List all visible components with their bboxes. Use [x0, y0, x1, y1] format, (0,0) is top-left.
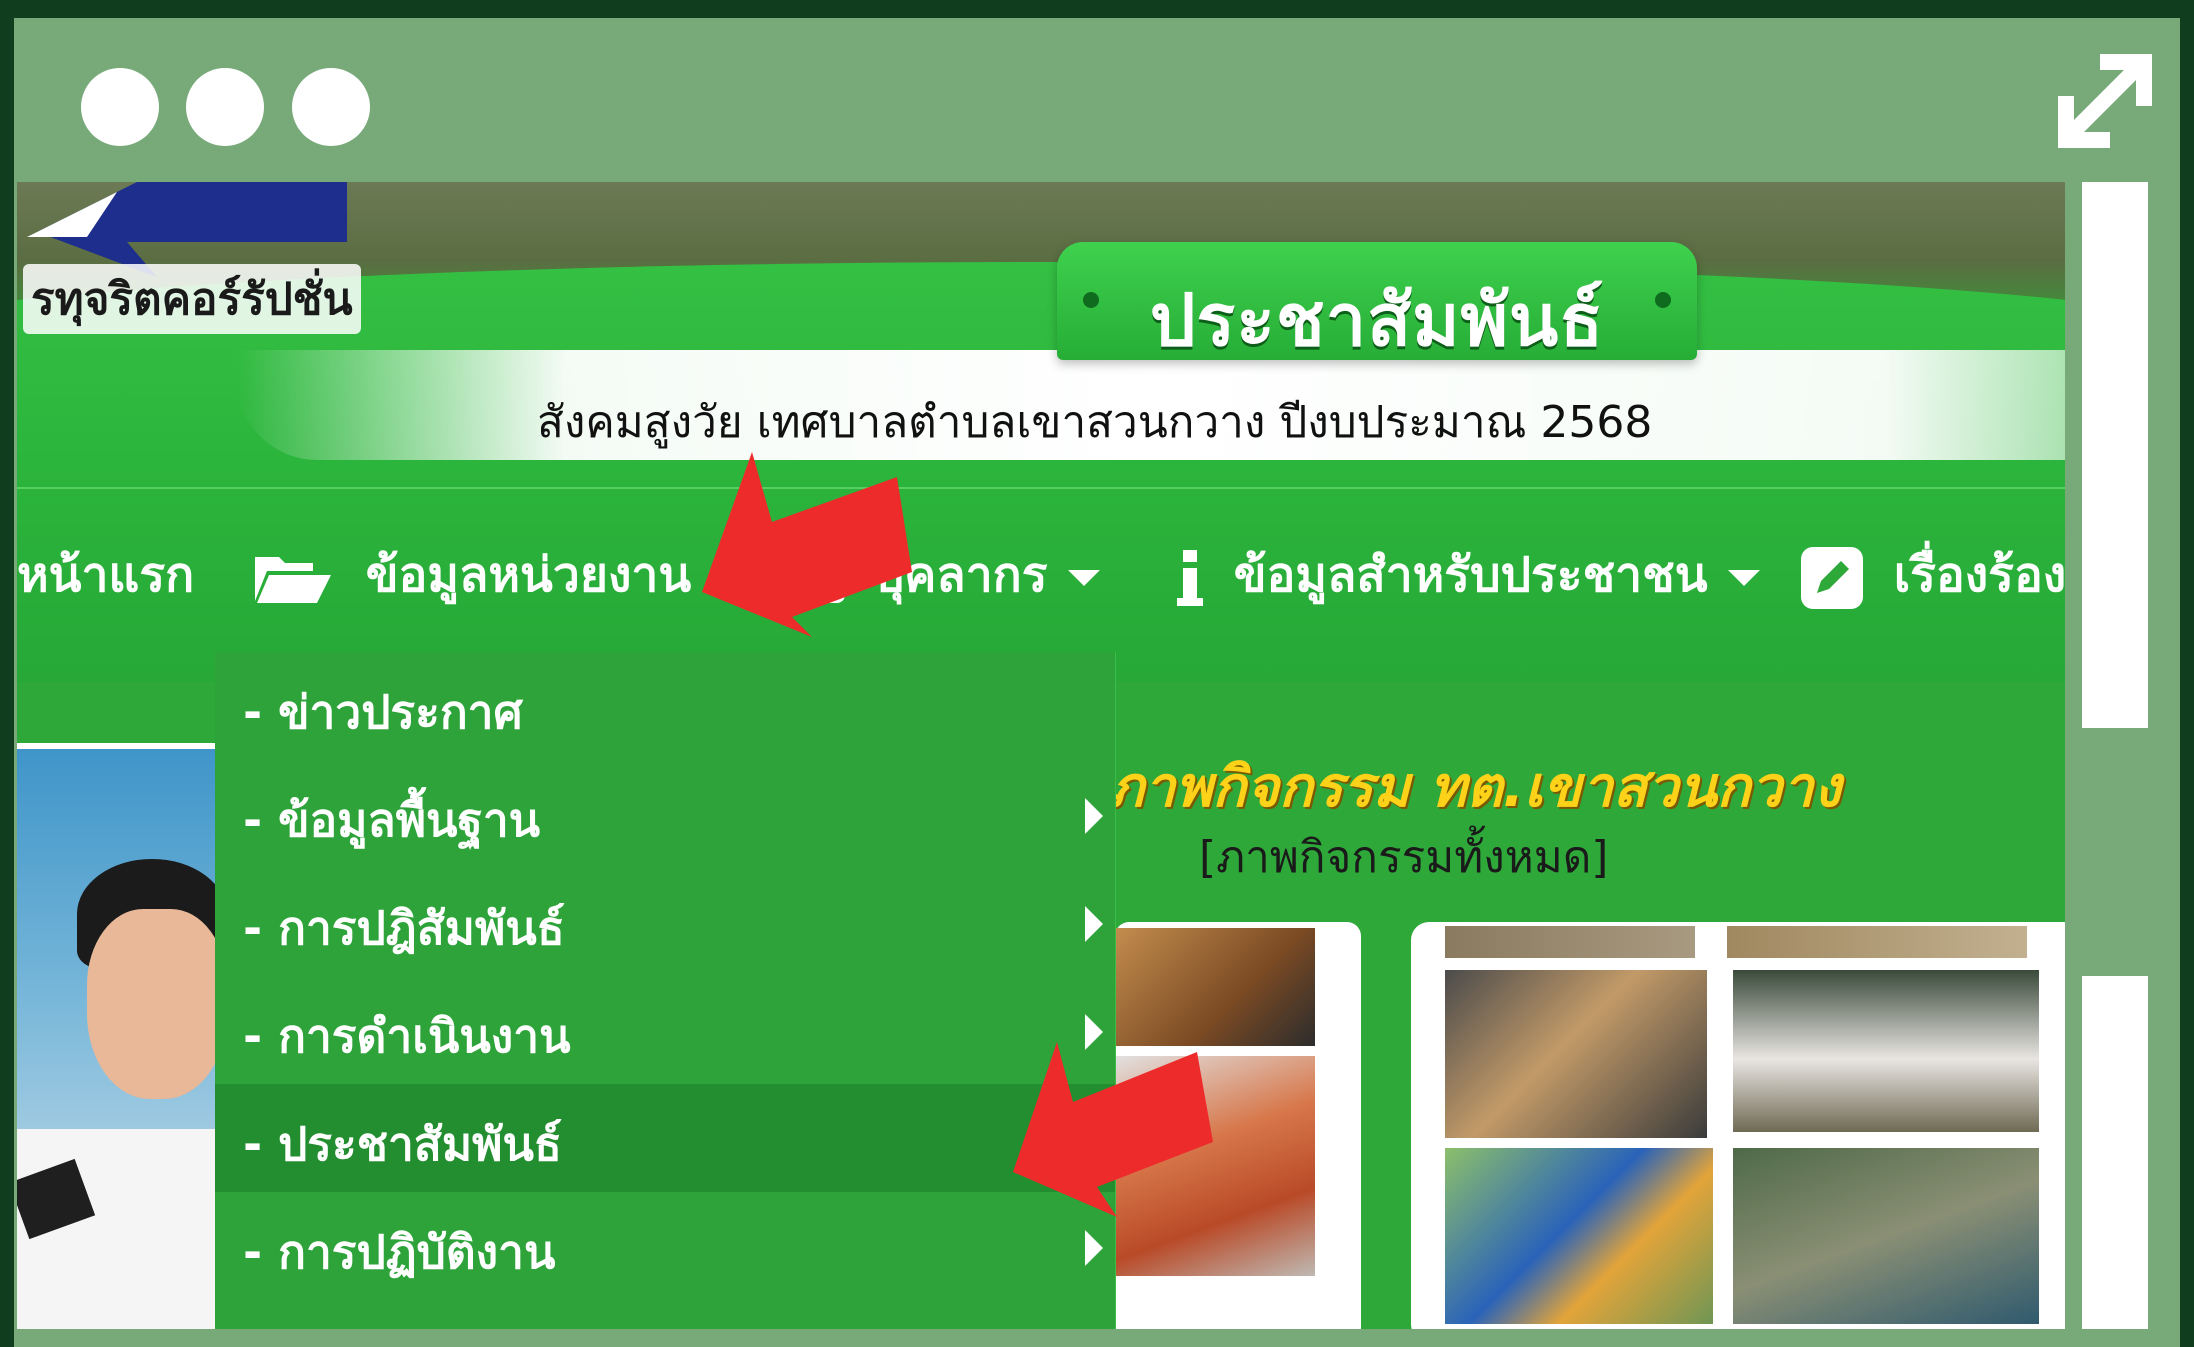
nav-item-label: เรื่องร้องเรี	[1893, 547, 2065, 603]
nav-item-complaints[interactable]: เรื่องร้องเรี	[1799, 537, 2065, 613]
main-nav: หน้าแรก ข้อมูลหน่วยงาน บุคลากร ข้อมูลสำห…	[17, 487, 2065, 645]
menu-item-operations[interactable]: - การดำเนินงาน	[215, 976, 1115, 1084]
chevron-down-icon	[1067, 570, 1100, 586]
window-control-dot[interactable]	[186, 68, 264, 146]
window-control-dot[interactable]	[292, 68, 370, 146]
organization-info-dropdown: - ข่าวประกาศ - ข้อมูลพื้นฐาน - การปฎิสัม…	[215, 652, 1116, 1329]
page-title: ประชาสัมพันธ์	[1149, 278, 1605, 362]
menu-item-label: - การดำเนินงาน	[243, 1009, 571, 1063]
red-pointer-arrow	[1013, 1042, 1213, 1217]
menu-item-label: - ประชาสัมพันธ์	[243, 1117, 563, 1171]
window-control-dot[interactable]	[81, 68, 159, 146]
red-pointer-arrow	[702, 452, 912, 637]
menu-item-public-relations[interactable]: - ประชาสัมพันธ์	[215, 1084, 1115, 1192]
chevron-right-icon	[1085, 798, 1103, 834]
webpage-viewport: รทุจริตคอร์รัปชั่น ประชาสัมพันธ์ สังคมสู…	[17, 182, 2065, 1329]
info-icon	[1177, 550, 1203, 606]
marquee-subtitle: สังคมสูงวัย เทศบาลตำบลเขาสวนกวาง ปีงบประ…	[537, 397, 1653, 448]
menu-item-performance[interactable]: - การปฏิบัติงาน	[215, 1192, 1115, 1300]
title-bullet	[1655, 292, 1671, 308]
menu-item-label: - ข่าวประกาศ	[243, 685, 523, 739]
activity-thumbnail[interactable]	[1441, 922, 1699, 962]
nav-item-organization-info[interactable]: ข้อมูลหน่วยงาน	[253, 537, 691, 613]
menu-item-label: - การปฎิสัมพันธ์	[243, 901, 565, 955]
nav-item-label: หน้าแรก	[17, 547, 195, 603]
macaw-thumbnail[interactable]	[1441, 1144, 1717, 1328]
chevron-down-icon	[1727, 570, 1760, 586]
chevron-right-icon	[1085, 906, 1103, 942]
nav-item-label: ข้อมูลสำหรับประชาชน	[1233, 547, 1708, 603]
tiger-thumbnail[interactable]	[1441, 966, 1711, 1142]
page-title-tab: ประชาสัมพันธ์	[1057, 242, 1697, 362]
all-activities-link[interactable]: [ภาพกิจกรรมทั้งหมด]	[1199, 822, 1608, 892]
activity-section-title: ภาพกิจกรรม ทต.เขาสวนกวาง	[1107, 755, 1841, 820]
menu-item-announcements[interactable]: - ข่าวประกาศ	[215, 652, 1115, 760]
expand-arrows-icon[interactable]	[2050, 46, 2160, 156]
menu-item-label: - ข้อมูลพื้นฐาน	[243, 793, 541, 847]
mayor-portrait-photo	[17, 743, 227, 1329]
scrollbar-track-top[interactable]	[2082, 182, 2148, 728]
chevron-right-icon	[1085, 1230, 1103, 1266]
nav-item-label: ข้อมูลหน่วยงาน	[365, 547, 692, 603]
zoo-activity-card[interactable]	[1411, 922, 2065, 1329]
menu-item-interaction[interactable]: - การปฎิสัมพันธ์	[215, 868, 1115, 976]
menu-item-basic-info[interactable]: - ข้อมูลพื้นฐาน	[215, 760, 1115, 868]
edit-icon	[1801, 547, 1863, 609]
activity-thumbnail[interactable]	[1723, 922, 2031, 962]
menu-item-label: - การปฏิบัติงาน	[243, 1225, 556, 1279]
portrait-face	[87, 909, 227, 1099]
nav-item-public-info[interactable]: ข้อมูลสำหรับประชาชน	[1175, 537, 1760, 613]
folder-open-icon	[255, 557, 331, 603]
anti-corruption-label[interactable]: รทุจริตคอร์รัปชั่น	[23, 264, 361, 334]
flamingo-thumbnail[interactable]	[1729, 966, 2043, 1136]
peacock-thumbnail[interactable]	[1729, 1144, 2043, 1328]
scrollbar-track-bottom[interactable]	[2082, 976, 2148, 1329]
nav-item-home[interactable]: หน้าแรก	[17, 537, 194, 613]
